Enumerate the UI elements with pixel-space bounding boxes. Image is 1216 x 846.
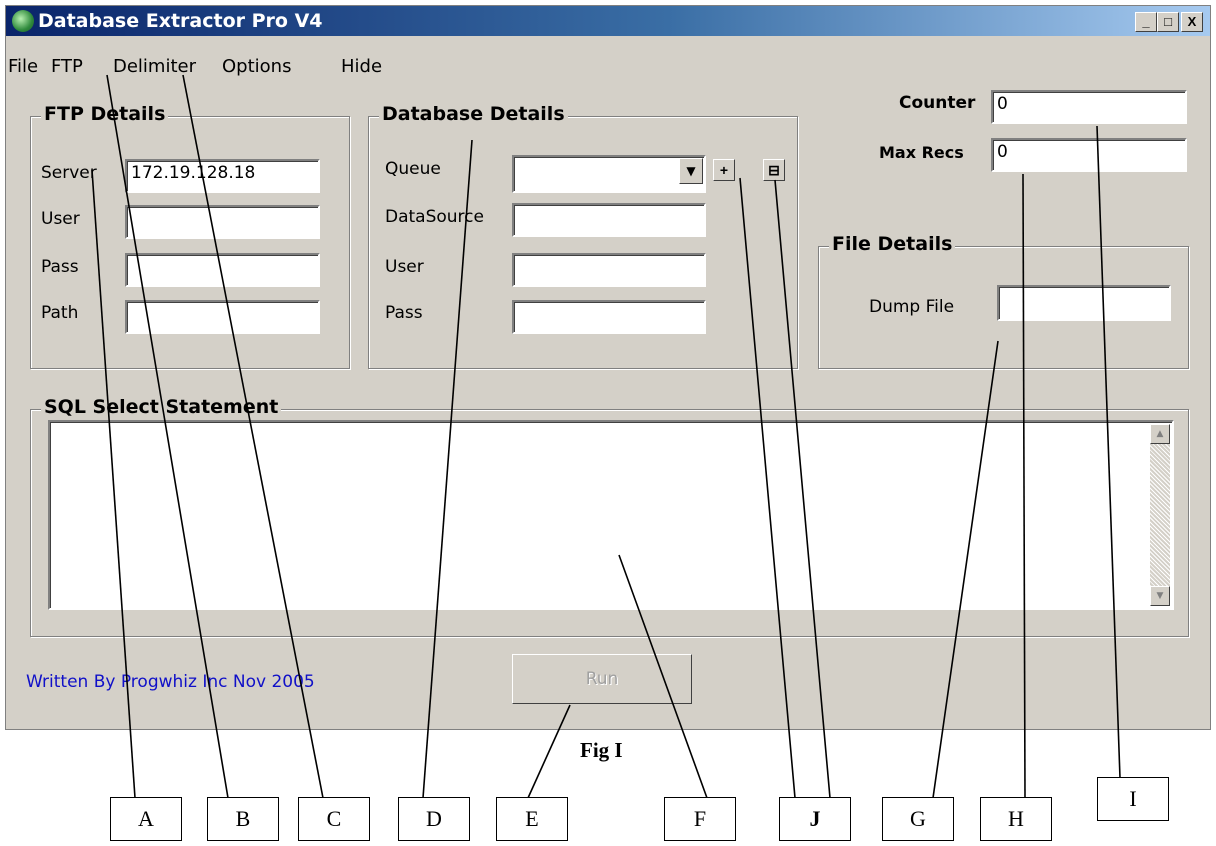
database-details-title: Database Details xyxy=(379,103,568,125)
callout-j: J xyxy=(779,797,851,841)
ftp-pass-input[interactable] xyxy=(125,253,320,287)
ftp-user-label: User xyxy=(41,209,80,229)
db-queue-label: Queue xyxy=(385,159,441,179)
max-recs-label: Max Recs xyxy=(879,143,964,162)
menu-file[interactable]: File xyxy=(8,56,38,77)
database-details-group: Database Details Queue ▼ + ⊟ DataSource … xyxy=(368,103,798,369)
counter-label: Counter xyxy=(899,93,976,113)
close-button[interactable]: X xyxy=(1181,12,1203,32)
max-recs-input[interactable]: 0 xyxy=(991,138,1187,172)
callout-b: B xyxy=(207,797,279,841)
app-window: Database Extractor Pro V4 _ □ X File FTP… xyxy=(5,5,1211,730)
counter-input[interactable]: 0 xyxy=(991,90,1187,124)
db-datasource-input[interactable] xyxy=(512,203,706,237)
figure-caption: Fig I xyxy=(580,738,623,762)
callout-c: C xyxy=(298,797,370,841)
window-title: Database Extractor Pro V4 xyxy=(38,10,323,32)
ftp-user-input[interactable] xyxy=(125,205,320,239)
callout-h: H xyxy=(980,797,1052,841)
file-details-title: File Details xyxy=(829,233,956,255)
menu-delimiter[interactable]: Delimiter xyxy=(113,56,196,77)
app-globe-icon xyxy=(12,10,34,32)
minimize-button[interactable]: _ xyxy=(1135,12,1157,32)
callout-a: A xyxy=(110,797,182,841)
menu-ftp[interactable]: FTP xyxy=(51,56,83,77)
title-bar[interactable]: Database Extractor Pro V4 _ □ X xyxy=(6,6,1210,36)
file-details-group: File Details Dump File xyxy=(818,233,1189,369)
ftp-details-group: FTP Details Server 172.19.128.18 User Pa… xyxy=(30,103,350,369)
db-datasource-label: DataSource xyxy=(385,207,484,227)
run-button[interactable]: Run xyxy=(512,654,692,704)
scroll-down-icon[interactable]: ▼ xyxy=(1150,586,1170,606)
menu-options[interactable]: Options xyxy=(222,56,291,77)
callout-g: G xyxy=(882,797,954,841)
sql-statement-group: SQL Select Statement ▲ ▼ xyxy=(30,396,1189,637)
queue-add-button[interactable]: + xyxy=(713,159,735,181)
callout-e: E xyxy=(496,797,568,841)
ftp-path-input[interactable] xyxy=(125,300,320,334)
queue-remove-button[interactable]: ⊟ xyxy=(763,159,785,181)
callout-i: I xyxy=(1097,777,1169,821)
ftp-details-title: FTP Details xyxy=(41,103,169,125)
db-queue-select[interactable]: ▼ xyxy=(512,155,706,193)
db-pass-input[interactable] xyxy=(512,300,706,334)
sql-statement-title: SQL Select Statement xyxy=(41,396,282,418)
dump-file-label: Dump File xyxy=(869,297,955,317)
db-pass-label: Pass xyxy=(385,303,423,323)
db-user-label: User xyxy=(385,257,424,277)
sql-textarea[interactable]: ▲ ▼ xyxy=(48,420,1174,610)
db-user-input[interactable] xyxy=(512,253,706,287)
sql-scrollbar[interactable]: ▲ ▼ xyxy=(1150,424,1170,606)
credit-text: Written By Progwhiz Inc Nov 2005 xyxy=(26,672,315,692)
dump-file-input[interactable] xyxy=(997,285,1171,321)
chevron-down-icon[interactable]: ▼ xyxy=(679,158,703,184)
callout-d: D xyxy=(398,797,470,841)
ftp-path-label: Path xyxy=(41,303,79,323)
maximize-button[interactable]: □ xyxy=(1157,12,1179,32)
callout-f: F xyxy=(664,797,736,841)
scroll-up-icon[interactable]: ▲ xyxy=(1150,424,1170,444)
ftp-pass-label: Pass xyxy=(41,257,79,277)
menu-hide[interactable]: Hide xyxy=(341,56,382,77)
ftp-server-input[interactable]: 172.19.128.18 xyxy=(125,159,320,193)
ftp-server-label: Server xyxy=(41,163,97,183)
